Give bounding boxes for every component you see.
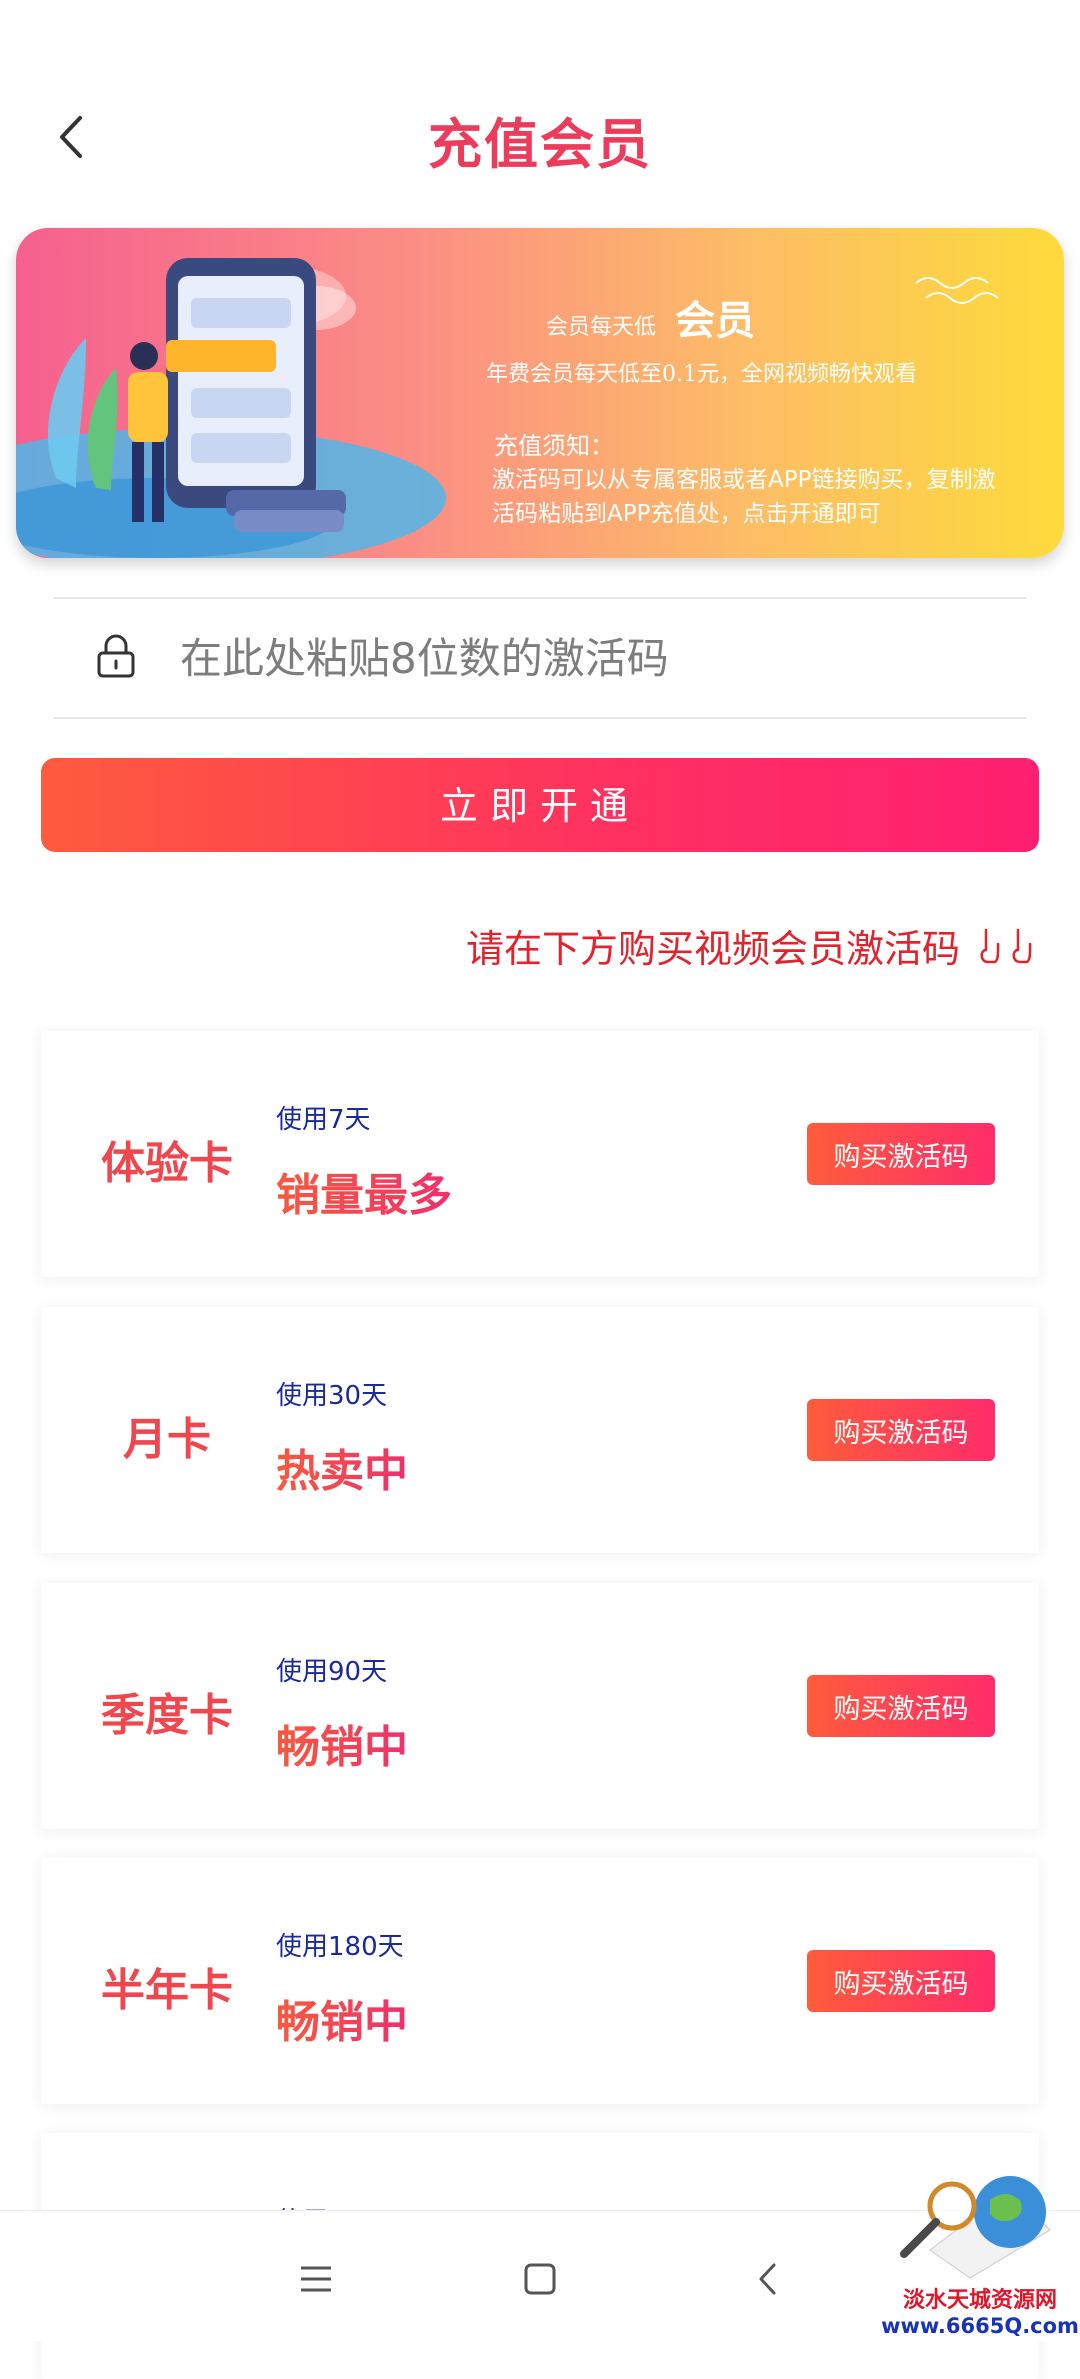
buy-code-button[interactable]: 购买激活码 [807, 1123, 995, 1185]
plan-duration: 使用30天 [276, 1381, 388, 1411]
nav-home-button[interactable] [512, 2251, 568, 2307]
hand-point-icon [980, 928, 1000, 963]
plan-card-monthly: 月卡 使用30天 热卖中 购买激活码 [41, 1307, 1039, 1553]
notice-title: 充值须知： [494, 432, 614, 460]
purchase-hint: 请在下方购买视频会员激活码 [466, 918, 1032, 973]
page-title: 充值会员 [428, 113, 652, 176]
watermark-url: www.6665Q.com [881, 2314, 1079, 2338]
home-square-icon [524, 2263, 556, 2295]
plan-card-quarterly: 季度卡 使用90天 畅销中 购买激活码 [41, 1583, 1039, 1829]
banner-heading: 会员每天低 会员 [546, 288, 755, 346]
plan-card-trial: 体验卡 使用7天 销量最多 购买激活码 [41, 1031, 1039, 1277]
banner-tagline: 年费会员每天低至0.1元，全网视频畅快观看 [486, 362, 917, 387]
lock-icon [97, 634, 135, 678]
plan-tag: 畅销中 [276, 1711, 408, 1775]
hand-point-icon [1012, 928, 1032, 963]
plan-card-half-year: 半年卡 使用180天 畅销中 购买激活码 [41, 1858, 1039, 2104]
purchase-hint-text: 请在下方购买视频会员激活码 [465, 927, 960, 971]
plan-tag: 热卖中 [276, 1435, 408, 1499]
buy-code-button[interactable]: 购买激活码 [807, 1399, 995, 1461]
plan-duration: 使用90天 [276, 1657, 388, 1687]
hint-hands [978, 926, 1032, 966]
notice-body: 激活码可以从专属客服或者APP链接购买，复制激活码粘贴到APP充值处，点击开通即… [492, 467, 996, 527]
plan-tag: 畅销中 [276, 1986, 408, 2050]
plan-name: 体验卡 [101, 1138, 233, 1189]
plan-name: 季度卡 [101, 1690, 233, 1741]
buy-code-button[interactable]: 购买激活码 [807, 1950, 995, 2012]
nav-back-button[interactable] [740, 2251, 796, 2307]
magnifier-globe-icon [900, 2176, 1051, 2279]
plan-duration: 使用180天 [276, 1932, 404, 1962]
menu-icon [301, 2266, 331, 2292]
promo-banner: 会员每天低 会员 年费会员每天低至0.1元，全网视频畅快观看 充值须知： 激活码… [16, 228, 1064, 558]
buy-code-button[interactable]: 购买激活码 [807, 1675, 995, 1737]
activation-code-input[interactable] [178, 619, 1002, 697]
banner-heading-big: 会员 [675, 297, 756, 344]
nav-menu-button[interactable] [288, 2251, 344, 2307]
code-input-row [54, 597, 1026, 719]
plan-name: 月卡 [123, 1414, 211, 1465]
banner-heading-small: 会员每天低 [546, 315, 657, 340]
plan-name: 半年卡 [101, 1965, 233, 2016]
plan-duration: 使用7天 [276, 1105, 371, 1135]
activate-now-button[interactable]: 立即开通 [41, 758, 1039, 852]
header: 充值会员 [0, 0, 1080, 220]
plan-tag: 销量最多 [276, 1159, 452, 1223]
nav-back-icon [759, 2263, 776, 2295]
site-watermark: 淡水天城资源网 www.6665Q.com [880, 2150, 1080, 2340]
watermark-text: 淡水天城资源网 [902, 2287, 1057, 2313]
